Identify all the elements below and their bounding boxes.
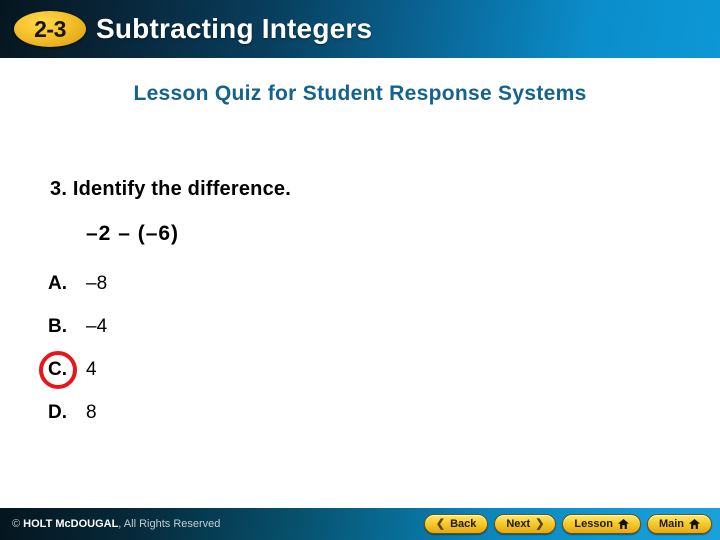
chevron-right-icon: ❯ [535, 517, 545, 530]
next-button-label: Next [506, 517, 531, 530]
question-stem: 3. Identify the difference. [50, 178, 292, 200]
answer-choice-c[interactable]: C. 4 [39, 348, 348, 391]
slide-footer: © HOLT McDOUGAL, All Rights Reserved ❮ B… [0, 508, 720, 540]
back-button[interactable]: ❮ Back [423, 514, 489, 534]
answer-choice-letter: B. [48, 315, 67, 337]
back-button-label: Back [450, 517, 477, 530]
answer-choice-letter: A. [48, 272, 67, 294]
answer-choice-b[interactable]: B. –4 [48, 305, 348, 348]
copyright-notice: © HOLT McDOUGAL, All Rights Reserved [12, 517, 221, 530]
header-inner: 2-3 Subtracting Integers [0, 0, 720, 58]
footer-nav-buttons: ❮ Back Next ❯ Lesson Main [423, 514, 712, 534]
quiz-subtitle: Lesson Quiz for Student Response Systems [133, 82, 587, 105]
publisher-name: HOLT McDOUGAL [23, 517, 119, 530]
answer-choice-list: A. –8 B. –4 C. 4 D. 8 [39, 262, 348, 434]
lesson-number-badge: 2-3 [14, 11, 86, 47]
copyright-symbol: © [12, 517, 21, 530]
answer-choice-d[interactable]: D. 8 [48, 391, 348, 434]
rights-text: , All Rights Reserved [118, 517, 221, 530]
answer-choice-letter: C. [48, 358, 67, 380]
main-home-button[interactable]: Main [646, 514, 712, 534]
next-button[interactable]: Next ❯ [494, 514, 557, 534]
chevron-left-icon: ❮ [435, 517, 446, 530]
answer-choice-a[interactable]: A. –8 [48, 262, 348, 305]
answer-choice-value: –8 [86, 272, 108, 294]
slide-header: 2-3 Subtracting Integers [0, 0, 720, 58]
lesson-home-button-label: Lesson [574, 517, 613, 530]
home-icon [689, 519, 700, 529]
question-expression: –2 – (–6) [86, 222, 180, 245]
lesson-home-button[interactable]: Lesson [562, 514, 641, 534]
answer-choice-value: 8 [86, 401, 97, 423]
answer-choice-value: –4 [86, 315, 108, 337]
page-title: Subtracting Integers [96, 13, 373, 44]
home-icon [617, 519, 629, 529]
answer-choice-value: 4 [86, 358, 97, 380]
lesson-number-label: 2-3 [34, 15, 66, 42]
slide-root: 2-3 Subtracting Integers Lesson Quiz for… [0, 0, 720, 540]
main-home-button-label: Main [658, 517, 684, 530]
answer-choice-letter: D. [48, 401, 67, 423]
